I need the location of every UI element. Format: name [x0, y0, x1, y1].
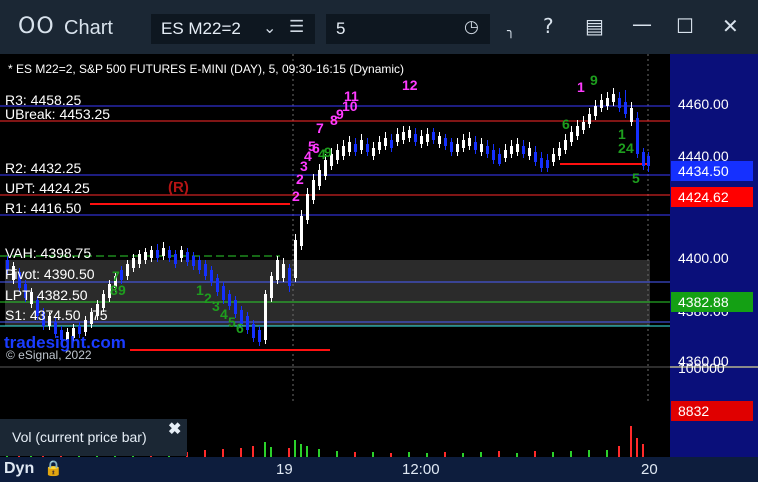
interval-input[interactable]: 5 ◷ — [326, 14, 490, 44]
window-title: Chart — [64, 17, 113, 39]
volume-pane-label: Vol (current price bar) ✖ — [0, 419, 187, 456]
seq-green-6: 6 — [236, 320, 244, 336]
clock-icon[interactable]: ◷ — [464, 17, 479, 37]
copyright-text: © eSignal, 2022 — [6, 348, 92, 362]
menu-icon[interactable]: ☰ — [289, 17, 304, 37]
seq-magenta-12: 12 — [402, 77, 418, 93]
chart-header: * ES M22=2, S&P 500 FUTURES E-MINI (DAY)… — [8, 62, 405, 76]
chevron-down-icon[interactable]: ⌄ — [263, 18, 276, 38]
time-axis: Dyn 🔒 19 12:00 20 — [0, 457, 758, 482]
seq-green-right-6: 6 — [562, 116, 570, 132]
vah-label: VAH: 4398.75 — [5, 245, 92, 261]
volume-tag: 8832 — [671, 401, 753, 421]
volume-study-name: Vol (current price bar) — [12, 429, 147, 445]
r1-label: R1: 4416.50 — [5, 200, 82, 216]
upt-price-tag: 4424.62 — [671, 187, 753, 207]
lpt-price-tag: 4382.88 — [671, 292, 753, 312]
seq-magenta-1: 2 — [292, 188, 300, 204]
seq-green-2: 2 — [204, 290, 212, 306]
help-icon[interactable]: ? — [543, 14, 554, 38]
seq-green-4: 4 — [220, 306, 228, 322]
symbol-input[interactable]: ES M22=2 ⌄ ☰ — [151, 14, 315, 44]
r2-label: R2: 4432.25 — [5, 160, 82, 176]
seq-green-5: 5 — [228, 314, 236, 330]
symbol-value: ES M22=2 — [161, 19, 241, 38]
pin-icon[interactable]: ╮ — [507, 24, 515, 39]
seq-magenta-11: 11 — [344, 88, 359, 104]
pivot-label: Pivot: 4390.50 — [5, 266, 95, 282]
close-icon[interactable]: ✕ — [722, 14, 739, 38]
seq-green-right-4: 4 — [626, 140, 634, 156]
axis-label-volume-scale: 100000 — [678, 360, 725, 376]
chart-window-icon: OO — [18, 14, 55, 39]
minimize-icon[interactable]: — — [632, 12, 652, 36]
axis-label-4460: 4460.00 — [678, 96, 729, 112]
seq-green-right-2: 2 — [618, 140, 626, 156]
axis-label-4400: 4400.00 — [678, 250, 729, 266]
seq-green-8: 8 — [110, 282, 118, 298]
lock-icon[interactable]: 🔒 — [44, 459, 63, 477]
seq-right-green: 9 — [590, 72, 598, 88]
seq-green-up-9: 9 — [324, 144, 332, 160]
time-label-19: 19 — [276, 461, 293, 478]
lpt-label: LPT: 4382.50 — [5, 287, 88, 303]
seq-right-magenta: 1 — [577, 79, 585, 95]
ubreak-label: UBreak: 4453.25 — [5, 106, 111, 122]
seq-green-3: 3 — [212, 298, 220, 314]
s1-label: S1: 4374.50 — [5, 307, 81, 323]
title-bar: OO Chart ES M22=2 ⌄ ☰ 5 ◷ ╮ ? ▤ — ☐ ✕ — [0, 0, 758, 54]
r-marker: (R) — [168, 179, 189, 196]
upt-label: UPT: 4424.25 — [5, 180, 90, 196]
interval-value: 5 — [336, 19, 346, 38]
s1-extra-label: 75 — [92, 307, 108, 323]
maximize-icon[interactable]: ☐ — [676, 14, 694, 38]
seq-green-9: 9 — [118, 282, 126, 298]
dynamic-mode-toggle[interactable]: Dyn — [4, 460, 34, 478]
seq-magenta-7: 7 — [316, 120, 324, 136]
time-label-1200: 12:00 — [402, 461, 440, 478]
seq-green-right-5: 5 — [632, 170, 640, 186]
page-layout-icon[interactable]: ▤ — [585, 14, 604, 38]
time-label-20: 20 — [641, 461, 658, 478]
seq-green-1: 1 — [196, 282, 204, 298]
chart-window: OO Chart ES M22=2 ⌄ ☰ 5 ◷ ╮ ? ▤ — ☐ ✕ * … — [0, 0, 758, 482]
close-study-icon[interactable]: ✖ — [168, 419, 181, 439]
last-price-tag: 4434.50 — [671, 161, 753, 181]
